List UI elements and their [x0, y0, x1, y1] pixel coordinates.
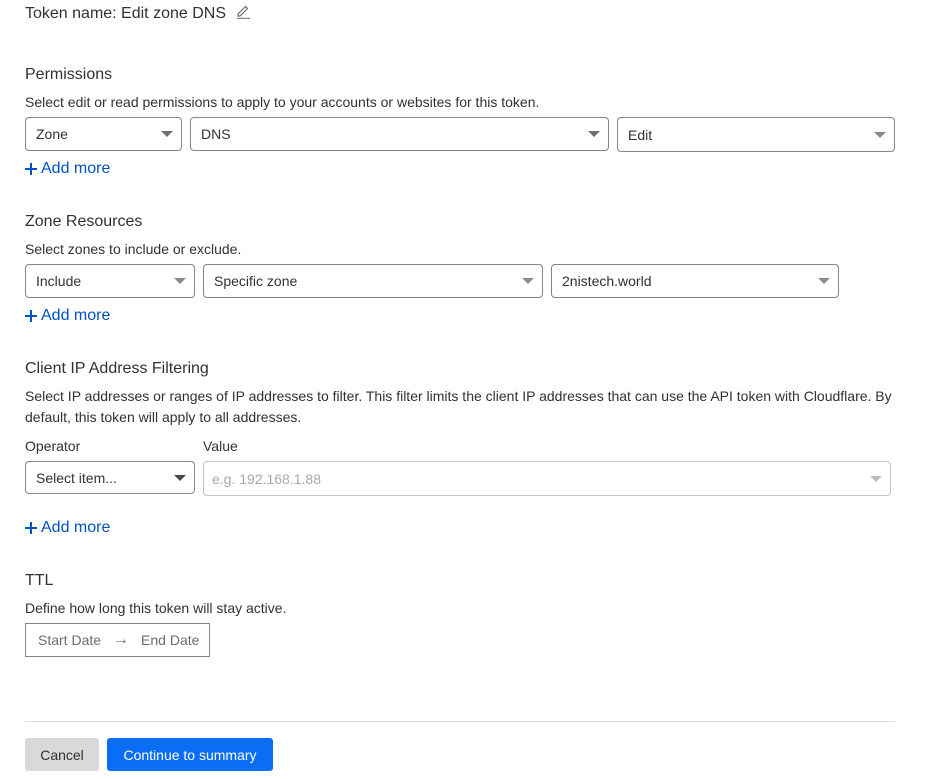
ip-filtering-add-more-link[interactable]: Add more — [25, 519, 110, 537]
plus-icon — [25, 522, 37, 534]
select-value: DNS — [201, 126, 231, 142]
ttl-title: TTL — [25, 572, 54, 589]
select-value: Include — [36, 273, 82, 289]
cancel-button[interactable]: Cancel — [25, 738, 99, 771]
ip-value-select[interactable]: e.g. 192.168.1.88 — [203, 461, 891, 496]
permission-level-select[interactable]: Edit — [617, 117, 895, 152]
chevron-down-icon — [588, 131, 600, 137]
plus-icon — [25, 310, 37, 322]
zone-resources-description: Select zones to include or exclude. — [25, 241, 242, 257]
zone-name-select[interactable]: 2nistech.world — [551, 264, 839, 298]
value-label: Value — [203, 438, 238, 454]
plus-icon — [25, 163, 37, 175]
chevron-down-icon — [870, 475, 882, 482]
arrow-right-icon: → — [113, 631, 130, 648]
zone-include-select[interactable]: Include — [25, 264, 195, 298]
select-value: 2nistech.world — [562, 273, 652, 289]
continue-to-summary-button[interactable]: Continue to summary — [107, 738, 273, 771]
chevron-down-icon — [818, 278, 830, 284]
select-value: Zone — [36, 126, 68, 142]
zone-type-select[interactable]: Specific zone — [203, 264, 543, 298]
chevron-down-icon — [174, 278, 186, 284]
end-date-input[interactable]: End Date — [141, 632, 199, 648]
ip-filtering-title: Client IP Address Filtering — [25, 360, 209, 377]
add-more-label: Add more — [41, 307, 111, 324]
chevron-down-icon — [174, 474, 186, 481]
ip-filtering-description: Select IP addresses or ranges of IP addr… — [25, 388, 892, 425]
chevron-down-icon — [874, 131, 886, 138]
add-more-label: Add more — [41, 519, 111, 536]
token-name-label: Token name: Edit zone DNS — [25, 5, 226, 22]
permission-scope-select[interactable]: Zone — [25, 117, 182, 151]
select-value: Edit — [628, 126, 653, 143]
ttl-date-range-picker[interactable]: Start Date → End Date — [25, 623, 210, 657]
operator-label: Operator — [25, 438, 81, 454]
ttl-description: Define how long this token will stay act… — [25, 600, 287, 616]
select-placeholder: Select item... — [36, 469, 117, 486]
chevron-down-icon — [522, 278, 534, 284]
permission-resource-select[interactable]: DNS — [190, 117, 609, 151]
token-name: Token name: Edit zone DNS — [25, 5, 251, 23]
operator-select[interactable]: Select item... — [25, 461, 195, 494]
footer-divider — [25, 721, 895, 722]
add-more-label: Add more — [41, 160, 111, 177]
pencil-icon[interactable] — [235, 3, 251, 20]
permissions-title: Permissions — [25, 66, 113, 83]
permissions-add-more-link[interactable]: Add more — [25, 160, 110, 178]
permissions-description: Select edit or read permissions to apply… — [25, 94, 540, 110]
zone-resources-title: Zone Resources — [25, 213, 143, 230]
zone-resources-add-more-link[interactable]: Add more — [25, 307, 110, 325]
start-date-input[interactable]: Start Date — [38, 632, 101, 648]
chevron-down-icon — [161, 131, 173, 137]
select-value: Specific zone — [214, 273, 298, 289]
select-placeholder: e.g. 192.168.1.88 — [212, 470, 321, 487]
